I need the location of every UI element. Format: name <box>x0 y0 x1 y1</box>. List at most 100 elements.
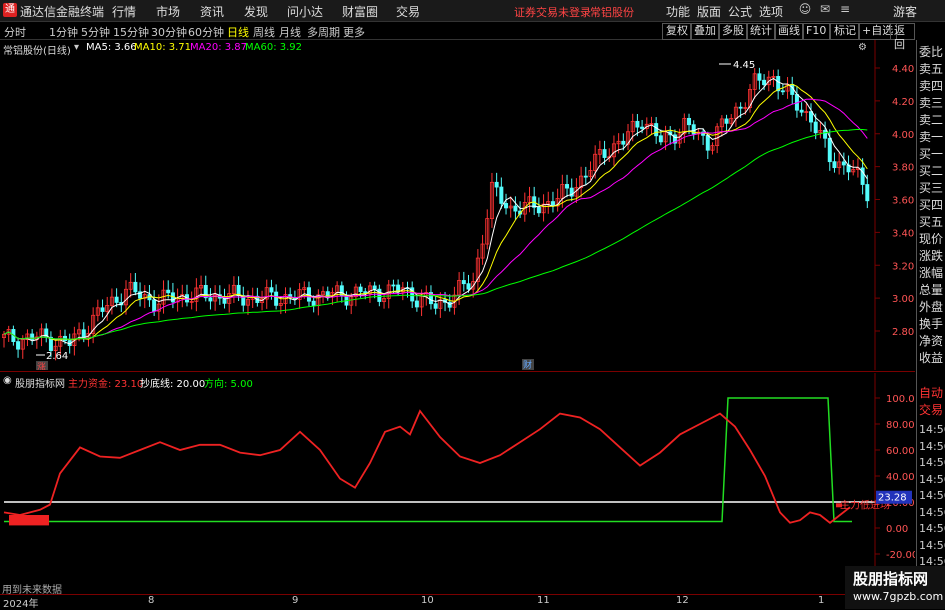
f10-button[interactable]: F10 <box>802 23 831 40</box>
candle-body <box>832 161 837 169</box>
x-label: 10 <box>421 595 434 606</box>
guest-label[interactable]: 游客 <box>893 3 917 20</box>
quote-label: 卖二 <box>919 113 944 127</box>
candle-body <box>738 106 743 109</box>
overlay-button[interactable]: 叠加 <box>690 23 720 40</box>
indicator-tick-label: 80.00 <box>886 420 915 431</box>
menu-layout[interactable]: 版面 <box>697 3 721 20</box>
price-tick-label: 3.20 <box>892 261 914 272</box>
period-multi[interactable]: 多周期 <box>307 24 340 40</box>
period-monthly[interactable]: 月线 <box>279 24 301 40</box>
quote-label: 买一 <box>919 147 944 161</box>
marker-zhang[interactable]: 涨 <box>37 362 46 370</box>
candle-body <box>133 281 138 293</box>
watermark-logo: 股朋指标网 www.7gpzb.com <box>845 566 945 609</box>
candle-body <box>166 289 171 294</box>
candle-body <box>499 186 504 204</box>
kline-chart[interactable]: 4.40 4.20 4.00 3.80 3.60 3.40 3.20 3.00 2.80 4.45… <box>0 40 915 370</box>
future-data-note: 用到未来数据 <box>2 585 62 596</box>
trade-time: 14:56 <box>919 489 945 502</box>
login-warning[interactable]: 证券交易未登录 <box>514 4 591 20</box>
period-weekly[interactable]: 周线 <box>253 24 275 40</box>
menu-quotes[interactable]: 行情 <box>112 3 136 20</box>
candle-body <box>780 90 785 93</box>
quote-label: 涨幅 <box>919 266 944 280</box>
indicator-chart[interactable]: 100.0080.0060.0040.0020.000.00-20.00主力低进… <box>0 373 915 593</box>
menu-discover[interactable]: 发现 <box>244 3 268 20</box>
menu-ask[interactable]: 问小达 <box>287 3 323 20</box>
candle-body <box>602 149 607 158</box>
chart-divider <box>0 371 915 372</box>
x-label: 8 <box>148 595 155 606</box>
price-tick-label: 2.80 <box>892 327 914 338</box>
quote-label: 卖五 <box>919 62 944 76</box>
title-bar: 通 通达信金融终端 行情 市场 资讯 发现 问小达 财富圈 交易 证券交易未登录… <box>0 0 945 22</box>
quote-label: 委比 <box>919 45 944 59</box>
adjust-button[interactable]: 复权 <box>662 23 692 40</box>
candle-body <box>311 300 316 306</box>
menu-options[interactable]: 选项 <box>759 3 783 20</box>
period-60min[interactable]: 60分钟 <box>188 24 224 40</box>
quote-label: 涨跌 <box>919 249 944 263</box>
candle-body <box>550 201 555 207</box>
period-minute[interactable]: 分时 <box>4 24 26 40</box>
price-tick-label: 4.00 <box>892 130 914 141</box>
candle-body <box>114 296 119 303</box>
period-1min[interactable]: 1分钟 <box>49 24 78 40</box>
period-daily[interactable]: 日线 <box>227 24 249 40</box>
watermark-title: 股朋指标网 <box>853 570 929 588</box>
candle-body <box>813 121 818 134</box>
user-icon[interactable]: ☺ <box>797 2 813 18</box>
candle-body <box>16 341 21 350</box>
candle-body <box>269 287 274 293</box>
mark-button[interactable]: 标记 <box>830 23 860 40</box>
candle-body <box>208 297 213 302</box>
candle-body <box>504 203 509 209</box>
price-tick-label: 4.20 <box>892 97 914 108</box>
period-15min[interactable]: 15分钟 <box>113 24 149 40</box>
trade-time: 14:56 <box>919 472 945 486</box>
period-bar: 分时 1分钟 5分钟 15分钟 30分钟 60分钟 日线 周线 月线 多周期 更… <box>0 22 915 51</box>
quote-label: 买二 <box>919 164 944 178</box>
candle-body <box>841 161 846 166</box>
back-button[interactable]: 返回 <box>890 23 915 51</box>
x-label: 1 <box>818 595 825 606</box>
indicator-tick-label: 40.00 <box>886 472 915 483</box>
x-label: 2024年 <box>3 599 39 610</box>
menu-news[interactable]: 资讯 <box>200 3 224 20</box>
quote-panel: 委比 卖五 卖四 卖三 卖二 卖一 买一 买二 买三 买四 买五 现价 涨跌 涨幅 总量 外盘 换手 净资 收益 自动… <box>916 40 945 593</box>
mail-icon[interactable]: ✉ <box>817 2 833 18</box>
candle-body <box>513 205 518 212</box>
menu-trade[interactable]: 交易 <box>396 3 420 20</box>
quote-label: 买三 <box>919 181 944 195</box>
candle-body <box>152 299 157 312</box>
price-tick-label: 3.80 <box>892 163 914 174</box>
draw-line-button[interactable]: 画线 <box>774 23 804 40</box>
menu-wealth[interactable]: 财富圈 <box>342 3 378 20</box>
x-label: 9 <box>292 595 299 606</box>
marker-cai[interactable]: 财 <box>523 359 532 370</box>
candle-body <box>621 140 626 145</box>
stats-button[interactable]: 统计 <box>746 23 776 40</box>
candle-body <box>461 280 466 285</box>
candle-body <box>705 134 710 151</box>
auto-trade-label[interactable]: 自动 <box>919 385 943 401</box>
trade-time: 14:56 <box>919 538 945 552</box>
period-5min[interactable]: 5分钟 <box>81 24 110 40</box>
candle-body <box>827 137 832 163</box>
price-tick-label: 4.40 <box>892 64 914 75</box>
multi-stock-button[interactable]: 多股 <box>718 23 748 40</box>
high-price-label: 4.45 <box>733 60 755 71</box>
candle-body <box>640 126 645 129</box>
period-30min[interactable]: 30分钟 <box>151 24 187 40</box>
menu-function[interactable]: 功能 <box>666 3 690 20</box>
menu-formula[interactable]: 公式 <box>728 3 752 20</box>
quote-label: 总量 <box>919 283 944 297</box>
menu-market[interactable]: 市场 <box>156 3 180 20</box>
main-fund-block <box>9 515 49 526</box>
menu-icon[interactable]: ≡ <box>837 2 853 18</box>
x-label: 12 <box>676 595 689 606</box>
period-more[interactable]: 更多 <box>343 24 365 40</box>
auto-trade-label[interactable]: 交易 <box>919 402 943 418</box>
price-tick-label: 3.60 <box>892 196 914 207</box>
